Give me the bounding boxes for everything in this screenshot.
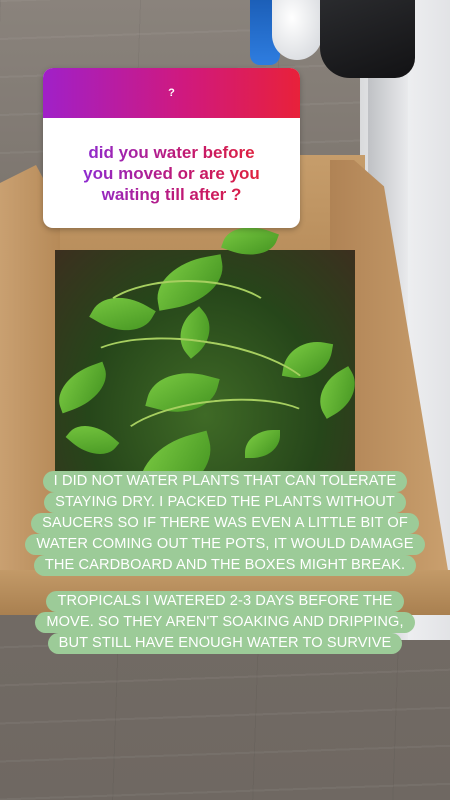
caption-line: STAYING DRY. I PACKED THE PLANTS WITHOUT bbox=[44, 492, 406, 513]
caption-line: I DID NOT WATER PLANTS THAT CAN TOLERATE bbox=[42, 471, 408, 492]
question-line: waiting till after ? bbox=[101, 184, 242, 204]
question-line: you moved or are you bbox=[83, 163, 260, 183]
sticker-body: did you water before you moved or are yo… bbox=[43, 118, 300, 228]
caption-line: BUT STILL HAVE ENOUGH WATER TO SURVIVE bbox=[47, 633, 403, 654]
sticker-header: ? bbox=[43, 68, 300, 118]
caption-line: THE CARDBOARD AND THE BOXES MIGHT BREAK. bbox=[33, 555, 417, 576]
question-mark-icon: ? bbox=[168, 87, 175, 99]
answer-caption-1: I DID NOT WATER PLANTS THAT CAN TOLERATE… bbox=[0, 471, 450, 576]
question-sticker[interactable]: ? did you water before you moved or are … bbox=[43, 68, 300, 228]
pothos-leaf bbox=[65, 414, 120, 466]
caption-line: MOVE. SO THEY AREN'T SOAKING AND DRIPPIN… bbox=[35, 612, 415, 633]
question-line: did you water before bbox=[88, 142, 255, 162]
caption-line: TROPICALS I WATERED 2-3 DAYS BEFORE THE bbox=[46, 591, 404, 612]
sticker-question-text: did you water before you moved or are yo… bbox=[83, 142, 260, 205]
caption-line: SAUCERS SO IF THERE WAS EVEN A LITTLE BI… bbox=[31, 513, 419, 534]
answer-caption-2: TROPICALS I WATERED 2-3 DAYS BEFORE THE … bbox=[0, 591, 450, 654]
caption-line: WATER COMING OUT THE POTS, IT WOULD DAMA… bbox=[25, 534, 425, 555]
black-bag bbox=[320, 0, 415, 78]
spray-bottle bbox=[272, 0, 322, 60]
